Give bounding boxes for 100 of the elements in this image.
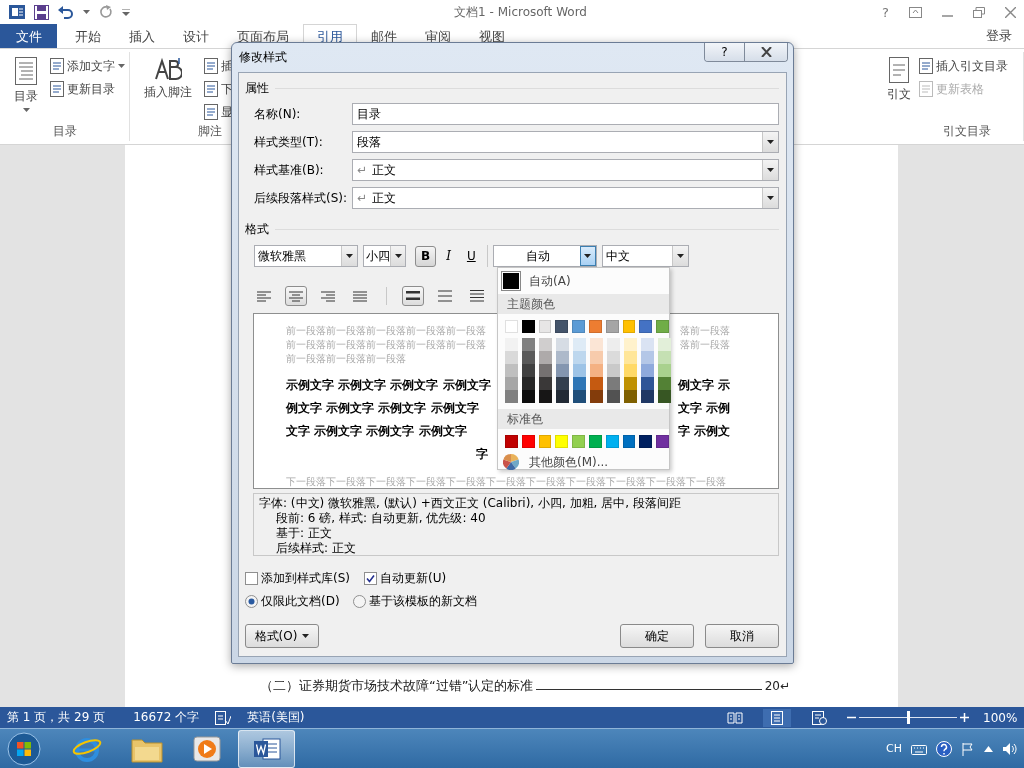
color-swatch[interactable] <box>656 435 669 448</box>
word-count[interactable]: 16672 个字 <box>133 709 200 726</box>
dialog-button[interactable]: 取消 <box>705 624 779 648</box>
color-swatch[interactable] <box>639 320 653 333</box>
color-swatch[interactable] <box>573 338 586 351</box>
language-indicator[interactable]: 英语(美国) <box>247 709 305 726</box>
dropdown-field[interactable]: 小四 <box>363 245 406 267</box>
zoom-slider-thumb[interactable] <box>907 711 910 724</box>
color-swatch[interactable] <box>539 377 552 390</box>
show-hidden-icons-icon[interactable] <box>984 745 993 752</box>
ribbon-tab[interactable]: 视图 <box>465 24 519 48</box>
action-center-icon[interactable] <box>961 741 975 756</box>
dropdown-field[interactable]: 段落 <box>352 131 779 153</box>
color-swatch[interactable] <box>590 338 603 351</box>
dropdown-field[interactable]: 中文 <box>601 245 689 267</box>
color-swatch[interactable] <box>521 435 535 448</box>
color-swatch[interactable] <box>658 377 671 390</box>
color-swatch[interactable] <box>624 338 637 351</box>
help-button[interactable]: ? <box>882 4 889 20</box>
color-swatch[interactable] <box>522 364 535 377</box>
color-swatch[interactable] <box>656 320 669 333</box>
color-swatch[interactable] <box>539 338 552 351</box>
speaker-icon[interactable] <box>1002 741 1018 756</box>
color-swatch[interactable] <box>624 377 637 390</box>
color-swatch[interactable] <box>641 364 654 377</box>
help-button[interactable]: ? <box>705 43 745 61</box>
color-swatch[interactable] <box>624 364 637 377</box>
line-spacing-button[interactable] <box>402 286 424 306</box>
color-swatch[interactable] <box>590 390 603 403</box>
keyboard-icon[interactable] <box>911 742 927 755</box>
taskbar-button[interactable] <box>238 729 295 768</box>
color-swatch[interactable] <box>539 364 552 377</box>
color-swatch[interactable] <box>556 338 569 351</box>
ribbon-button[interactable]: 引文 <box>881 55 917 123</box>
color-swatch[interactable] <box>607 351 620 364</box>
color-swatch[interactable] <box>607 377 620 390</box>
color-swatch[interactable] <box>641 377 654 390</box>
dropdown-field[interactable]: ↵ 正文 <box>352 159 779 181</box>
color-swatch[interactable] <box>505 351 518 364</box>
view-button[interactable] <box>763 708 791 727</box>
customize-toolbar-icon[interactable] <box>122 8 130 16</box>
color-swatch[interactable] <box>622 435 636 448</box>
color-swatch[interactable] <box>572 320 585 333</box>
color-swatch[interactable] <box>539 390 552 403</box>
color-swatch[interactable] <box>522 338 535 351</box>
input-field[interactable]: 目录 <box>352 103 779 125</box>
restore-icon[interactable] <box>973 6 985 18</box>
checkbox[interactable]: 添加到样式库(S) <box>245 569 350 587</box>
color-swatch[interactable] <box>607 364 620 377</box>
ribbon-button[interactable]: 插入引文目录 <box>919 55 1008 77</box>
color-swatch[interactable] <box>505 364 518 377</box>
color-swatch[interactable] <box>538 435 552 448</box>
ribbon-tab[interactable]: 页面布局 <box>223 24 303 48</box>
radio-button[interactable]: 仅限此文档(D) <box>245 592 340 610</box>
color-swatch[interactable] <box>589 320 602 333</box>
color-swatch[interactable] <box>658 390 671 403</box>
sign-in-link[interactable]: 登录 <box>986 27 1024 45</box>
align-center-button[interactable] <box>285 286 307 306</box>
ribbon-tab[interactable]: 设计 <box>169 24 223 48</box>
page-count[interactable]: 第 1 页，共 29 页 <box>7 709 106 726</box>
color-swatch[interactable] <box>573 377 586 390</box>
checkbox[interactable]: 自动更新(U) <box>364 569 447 587</box>
color-swatch[interactable] <box>590 364 603 377</box>
color-swatch[interactable] <box>505 390 518 403</box>
color-swatch[interactable] <box>555 435 569 448</box>
radio-button[interactable]: 基于该模板的新文档 <box>352 592 477 610</box>
ribbon-tab[interactable]: 插入 <box>115 24 169 48</box>
color-swatch[interactable] <box>522 351 535 364</box>
color-swatch[interactable] <box>639 435 653 448</box>
color-swatch[interactable] <box>658 351 671 364</box>
ribbon-button[interactable]: 插入脚注 <box>138 55 198 123</box>
color-swatch[interactable] <box>573 390 586 403</box>
ribbon-tab[interactable]: 开始 <box>61 24 115 48</box>
ribbon-display-options-icon[interactable] <box>909 6 922 18</box>
color-swatch[interactable] <box>539 351 552 364</box>
redo-icon[interactable] <box>99 5 113 19</box>
file-tab[interactable]: 文件 <box>0 24 57 48</box>
color-swatch[interactable] <box>572 435 585 448</box>
ribbon-button[interactable]: 添加文字 <box>50 55 125 77</box>
color-swatch[interactable] <box>505 320 518 333</box>
dialog-button[interactable]: 确定 <box>620 624 694 648</box>
color-swatch[interactable] <box>590 351 603 364</box>
ribbon-tab[interactable]: 审阅 <box>411 24 465 48</box>
color-swatch[interactable] <box>605 435 619 448</box>
color-swatch[interactable] <box>605 320 619 333</box>
color-swatch[interactable] <box>522 377 535 390</box>
color-swatch[interactable] <box>658 338 671 351</box>
color-swatch[interactable] <box>505 435 518 448</box>
undo-icon[interactable] <box>58 5 74 19</box>
close-icon[interactable] <box>1005 6 1016 18</box>
italic-button[interactable]: I <box>440 245 457 267</box>
help-icon[interactable] <box>936 740 952 757</box>
more-colors-option[interactable]: 其他颜色(M)... <box>498 451 615 473</box>
zoom-level[interactable]: 100% <box>983 710 1017 725</box>
format-menu-button[interactable]: 格式(O) <box>245 624 319 648</box>
input-language-indicator[interactable]: CH <box>886 742 902 755</box>
color-swatch[interactable] <box>607 338 620 351</box>
color-swatch[interactable] <box>658 364 671 377</box>
color-swatch[interactable] <box>503 273 519 289</box>
color-swatch[interactable] <box>589 435 602 448</box>
